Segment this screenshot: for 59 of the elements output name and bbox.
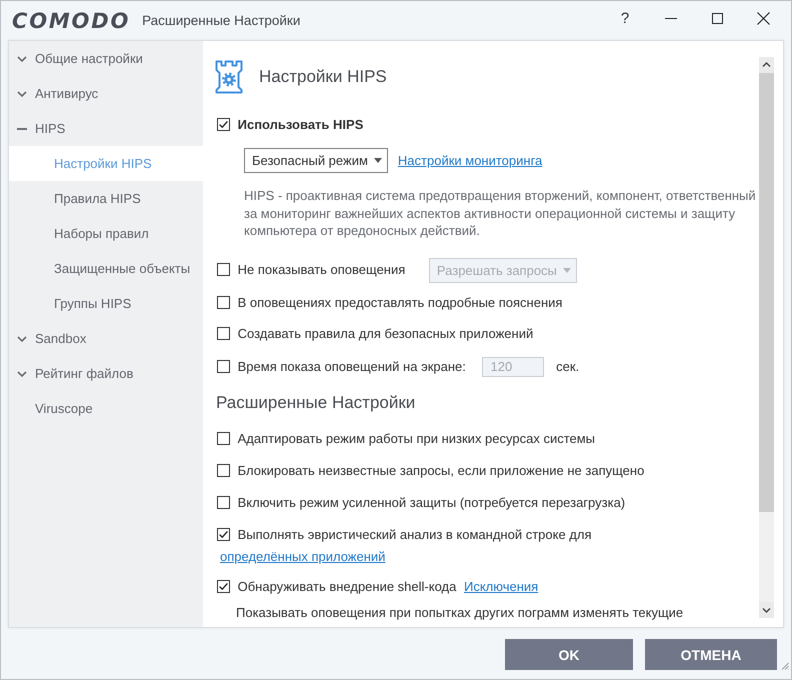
- sidebar-item[interactable]: Рейтинг файлов: [9, 356, 203, 391]
- option-link[interactable]: определённых приложений: [220, 548, 386, 564]
- chevron-down-icon[interactable]: [17, 90, 27, 96]
- checkbox[interactable]: [217, 496, 230, 509]
- option-label: Показывать оповещения при попытках других пограмм изменять текущие: [236, 604, 684, 620]
- sidebar-item[interactable]: Viruscope: [9, 391, 203, 426]
- scroll-up-icon[interactable]: [759, 57, 774, 73]
- resize-grip-icon[interactable]: [781, 662, 789, 670]
- option-label: Блокировать неизвестные запросы, если приложение не запущено: [238, 462, 644, 478]
- maximize-icon: [712, 12, 722, 24]
- monitoring-settings-link[interactable]: Настройки мониторинга: [398, 153, 542, 168]
- sidebar-item[interactable]: HIPS: [9, 111, 203, 146]
- sidebar-subitem[interactable]: Защищенные объекты: [9, 251, 203, 286]
- sidebar-item[interactable]: Sandbox: [9, 321, 203, 356]
- chevron-down-icon[interactable]: [17, 370, 27, 376]
- option-label: Включить режим усиленной защиты (потребуется перезагрузка): [238, 494, 626, 510]
- option-link[interactable]: Исключения: [464, 578, 538, 594]
- checkbox[interactable]: [217, 262, 230, 276]
- chevron-down-icon[interactable]: [17, 56, 27, 62]
- checkbox[interactable]: [217, 528, 230, 541]
- checkbox[interactable]: [217, 580, 230, 593]
- option-label: Выполнять эвристический анализ в командной строке для: [238, 526, 592, 542]
- checkbox[interactable]: [217, 326, 230, 340]
- scrollbar[interactable]: [759, 57, 774, 618]
- option-label: Обнаруживать внедрение shell-кода: [238, 578, 456, 594]
- scroll-down-icon[interactable]: [759, 602, 774, 618]
- description-text: HIPS - проактивная система предотвращения вторжений, компонент, ответственный за мониторинг важнейших аспектов активности операционной системы и защиту компьютера от вредоносных действий.: [244, 187, 757, 240]
- logo-wordmark: COMODO: [12, 8, 130, 32]
- option-label: В оповещениях предоставлять подробные пояснения: [238, 294, 562, 310]
- sidebar-item[interactable]: Антивирус: [9, 76, 203, 111]
- help-button[interactable]: ?: [602, 3, 648, 33]
- checkbox[interactable]: [217, 118, 230, 132]
- unit-label: сек.: [556, 358, 580, 374]
- tower-gear-icon: [215, 60, 243, 94]
- sidebar-item[interactable]: Общие настройки: [9, 41, 203, 76]
- mode-dropdown[interactable]: Безопасный режим: [244, 148, 388, 173]
- dialog-button[interactable]: ОТМЕНА: [645, 639, 777, 670]
- option-label: Не показывать оповещения: [238, 262, 406, 276]
- sidebar-subitem[interactable]: Настройки HIPS: [9, 146, 203, 181]
- checkbox[interactable]: [217, 360, 230, 373]
- option-label: Создавать правила для безопасных приложений: [238, 326, 534, 341]
- sidebar-subitem[interactable]: Наборы правил: [9, 216, 203, 251]
- scrollbar-thumb[interactable]: [759, 73, 774, 512]
- sidebar-subitem[interactable]: Правила HIPS: [9, 181, 203, 216]
- sidebar-subitem[interactable]: Группы HIPS: [9, 286, 203, 321]
- chevron-down-icon[interactable]: [17, 336, 27, 342]
- close-icon: [756, 12, 770, 24]
- option-label: Адаптировать режим работы при низких ресурсах системы: [238, 430, 596, 446]
- section-title: Настройки HIPS: [259, 67, 387, 87]
- option-label: Время показа оповещений на экране:: [238, 358, 466, 374]
- dropdown-caret-icon: [562, 268, 571, 273]
- option-label: Использовать HIPS: [238, 117, 364, 132]
- dialog-button[interactable]: OK: [505, 639, 633, 670]
- section-heading: Расширенные Настройки: [216, 392, 416, 412]
- window-title: Расширенные Настройки: [142, 13, 300, 28]
- checkbox[interactable]: [217, 432, 230, 445]
- checkbox[interactable]: [217, 296, 230, 309]
- checkbox[interactable]: [217, 464, 230, 477]
- dropdown-caret-icon: [374, 158, 382, 163]
